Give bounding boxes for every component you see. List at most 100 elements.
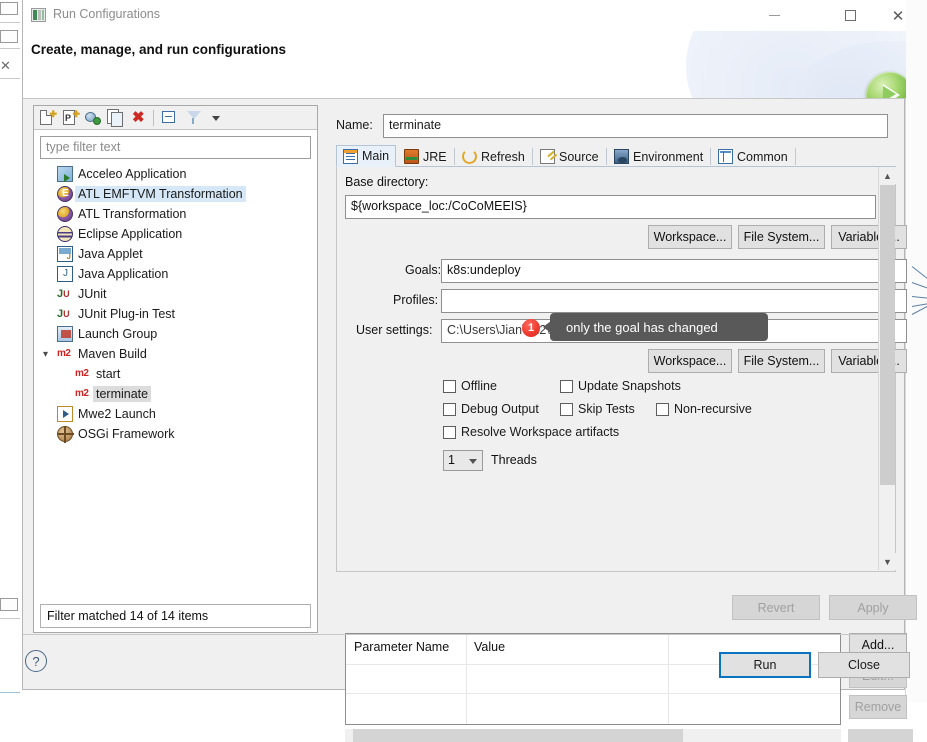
filter-placeholder: type filter text xyxy=(46,140,121,154)
column-divider xyxy=(668,634,669,724)
tree-item-atl-transformation[interactable]: ATL Transformation xyxy=(35,204,316,224)
parameters-table[interactable]: Parameter Name Value xyxy=(345,633,841,725)
tab-main[interactable]: Main xyxy=(336,145,397,167)
tree-item-label: JUnit Plug-in Test xyxy=(78,307,176,321)
help-icon[interactable]: ? xyxy=(25,650,47,672)
base-workspace-button[interactable]: Workspace... xyxy=(648,225,732,249)
eclipse-icon xyxy=(57,226,73,242)
run-configurations-icon xyxy=(31,8,46,22)
checkbox-offline[interactable]: Offline xyxy=(443,379,497,393)
close-window-button[interactable]: ✕ xyxy=(875,0,921,31)
maximize-button[interactable] xyxy=(827,0,873,31)
tree-item-label: start xyxy=(96,367,121,381)
tree-item-terminate[interactable]: m2 terminate xyxy=(35,384,316,404)
run-button[interactable]: Run xyxy=(719,652,811,678)
tab-label: Main xyxy=(362,149,390,163)
background-strip xyxy=(0,30,18,43)
junit-plugin-icon: JU xyxy=(57,308,70,320)
goals-label: Goals: xyxy=(405,263,442,277)
tree-item-junit-plug-in-test[interactable]: JU JUnit Plug-in Test xyxy=(35,304,316,324)
chevron-down-icon[interactable]: ▾ xyxy=(43,350,52,360)
checkbox-non-recursive[interactable]: Non-recursive xyxy=(656,402,752,416)
column-header-parameter-name: Parameter Name xyxy=(354,640,450,654)
tree-item-start[interactable]: m2 start xyxy=(35,364,316,384)
tree-item-java-application[interactable]: J Java Application xyxy=(35,264,316,284)
scroll-down-icon[interactable]: ▼ xyxy=(879,553,896,570)
tree-item-mwe2-launch[interactable]: Mwe2 Launch xyxy=(35,404,316,424)
base-directory-input[interactable]: ${workspace_loc:/CoCoMEEIS} xyxy=(345,195,876,219)
new-prototype-icon[interactable]: P ✚ xyxy=(61,109,80,127)
tab-refresh[interactable]: Refresh xyxy=(455,145,532,167)
checkbox-debug-output[interactable]: Debug Output xyxy=(443,402,539,416)
tab-environment[interactable]: Environment xyxy=(607,145,710,167)
acceleo-icon xyxy=(57,166,73,182)
refresh-tab-icon xyxy=(462,149,477,164)
java-applet-icon: J xyxy=(57,246,73,262)
duplicate-configuration-icon[interactable] xyxy=(107,109,126,127)
toolbar-divider xyxy=(153,110,154,126)
background-strip xyxy=(0,2,18,15)
tree-item-label: Java Applet xyxy=(78,247,143,261)
filter-icon[interactable] xyxy=(186,109,205,127)
settings-variables-button[interactable]: Variables... xyxy=(831,349,907,373)
background-close-icon: ✕ xyxy=(0,58,11,73)
tree-item-label: Maven Build xyxy=(78,347,147,361)
profiles-label: Profiles: xyxy=(393,293,439,307)
name-input[interactable]: terminate xyxy=(383,114,888,138)
checkbox-update-snapshots[interactable]: Update Snapshots xyxy=(560,379,681,393)
threads-dropdown[interactable]: 1 xyxy=(443,450,483,471)
checkbox-label: Resolve Workspace artifacts xyxy=(461,425,620,439)
common-tab-icon xyxy=(718,149,733,164)
tree-item-acceleo-application[interactable]: Acceleo Application xyxy=(35,164,316,184)
profiles-input[interactable] xyxy=(441,289,907,313)
tree-item-label: terminate xyxy=(93,386,152,402)
horizontal-scrollbar-extra[interactable] xyxy=(848,729,913,742)
base-filesystem-button[interactable]: File System... xyxy=(738,225,825,249)
horizontal-scrollbar-thumb[interactable] xyxy=(353,729,683,742)
minimize-button[interactable] xyxy=(751,0,797,31)
jre-tab-icon xyxy=(404,149,419,164)
filter-input[interactable]: type filter text xyxy=(40,136,311,159)
view-menu-icon[interactable] xyxy=(206,109,225,127)
tree-item-eclipse-application[interactable]: Eclipse Application xyxy=(35,224,316,244)
tree-item-junit[interactable]: JU JUnit xyxy=(35,284,316,304)
maven-icon: m2 xyxy=(75,368,89,379)
collapse-all-icon[interactable] xyxy=(161,109,180,127)
vertical-scrollbar[interactable]: ▲ ▼ xyxy=(878,167,896,570)
checkbox-label: Offline xyxy=(461,379,497,393)
vertical-scrollbar-thumb[interactable] xyxy=(880,185,895,485)
configurations-tree[interactable]: Acceleo Application E ATL EMFTVM Transform… xyxy=(35,164,316,600)
tree-item-label: Acceleo Application xyxy=(78,167,187,181)
tree-item-atl-emftvm-transformation[interactable]: E ATL EMFTVM Transformation xyxy=(35,184,316,204)
goals-input[interactable]: k8s:undeploy xyxy=(441,259,907,283)
settings-filesystem-button[interactable]: File System... xyxy=(738,349,825,373)
background-line xyxy=(0,692,20,693)
threads-value: 1 xyxy=(448,453,455,467)
checkbox-label: Skip Tests xyxy=(578,402,635,416)
tree-item-launch-group[interactable]: Launch Group xyxy=(35,324,316,344)
scroll-up-icon[interactable]: ▲ xyxy=(879,167,896,184)
tree-item-java-applet[interactable]: J Java Applet xyxy=(35,244,316,264)
tab-label: Refresh xyxy=(481,149,525,164)
horizontal-scrollbar[interactable] xyxy=(345,729,841,742)
tree-toolbar: ✚ P ✚ ✖ xyxy=(34,106,317,130)
delete-configuration-icon[interactable]: ✖ xyxy=(130,109,149,127)
tab-source[interactable]: Source xyxy=(533,145,606,167)
tree-item-maven-build[interactable]: ▾ m2 Maven Build xyxy=(35,344,316,364)
close-button[interactable]: Close xyxy=(818,652,910,678)
filter-status-text: Filter matched 14 of 14 items xyxy=(40,604,311,628)
tab-label: Source xyxy=(559,149,599,164)
tree-item-label: ATL Transformation xyxy=(78,207,187,221)
tab-common[interactable]: Common xyxy=(711,145,795,167)
main-tab-icon xyxy=(343,148,358,164)
export-configuration-icon[interactable] xyxy=(84,109,103,127)
tree-item-osgi-framework[interactable]: OSGi Framework xyxy=(35,424,316,444)
checkbox-skip-tests[interactable]: Skip Tests xyxy=(560,402,635,416)
new-configuration-icon[interactable]: ✚ xyxy=(38,109,57,127)
tab-jre[interactable]: JRE xyxy=(397,145,454,167)
settings-workspace-button[interactable]: Workspace... xyxy=(648,349,732,373)
base-variables-button[interactable]: Variables... xyxy=(831,225,907,249)
checkbox-box xyxy=(560,402,573,416)
checkbox-box xyxy=(443,402,456,416)
checkbox-resolve-workspace-artifacts[interactable]: Resolve Workspace artifacts xyxy=(443,425,619,439)
